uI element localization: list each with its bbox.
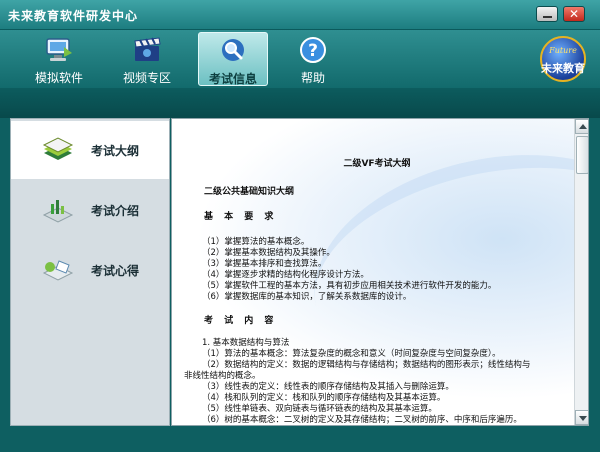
requirement-line: （2）掌握基本数据结构及其操作。 [202, 248, 335, 258]
content-line: 非线性结构的概念。 [184, 371, 261, 381]
document-viewer[interactable]: 二级VF考试大纲 二级公共基础知识大纲 基 本 要 求 （1）掌握算法的基本概念… [171, 118, 589, 426]
computer-icon [46, 38, 72, 61]
header-band [0, 88, 600, 118]
section-heading-content: 考 试 内 容 [204, 316, 278, 326]
title-bar: 未来教育软件研发中心 ✕ [0, 0, 600, 30]
sidebar-item-exam-tips[interactable]: 考试心得 [11, 241, 169, 299]
logo-text: 未来教育 [541, 62, 585, 75]
requirement-line: （1）掌握算法的基本概念。 [202, 237, 310, 247]
notes-icon [42, 260, 74, 281]
sidebar: 考试大纲 考试介绍 考试心得 [10, 118, 170, 426]
window-title: 未来教育软件研发中心 [8, 9, 139, 23]
requirement-line: （4）掌握逐步求精的结构化程序设计方法。 [202, 270, 369, 280]
document-title: 二级VF考试大纲 [343, 159, 411, 169]
tab-video-zone[interactable]: 视频专区 [112, 32, 182, 86]
sidebar-item-label: 考试大纲 [91, 144, 140, 158]
content-line: （2）数据结构的定义：数据的逻辑结构与存储结构；数据结构的图形表示；线性结构与 [202, 360, 531, 370]
minimize-button[interactable] [536, 6, 558, 22]
brand-logo: Future 未来教育 [536, 36, 590, 84]
svg-text:?: ? [308, 41, 318, 61]
scroll-up-button[interactable] [575, 119, 588, 134]
content-line: 1. 基本数据结构与算法 [202, 338, 290, 348]
content-line: （5）线性单链表、双向链表与循环链表的结构及其基本运算。 [202, 404, 437, 414]
tab-exam-info[interactable]: 考试信息 [198, 32, 268, 86]
section-heading-requirements: 基 本 要 求 [204, 212, 278, 222]
requirement-line: （5）掌握软件工程的基本方法，具有初步应用相关技术进行软件开发的能力。 [202, 281, 497, 291]
main-toolbar: 模拟软件 视频专区 考试信息 ? 帮助 [0, 30, 600, 88]
document-subtitle: 二级公共基础知识大纲 [204, 187, 295, 197]
scroll-thumb[interactable] [576, 136, 588, 174]
content-line: （6）树的基本概念：二叉树的定义及其存储结构；二叉树的前序、中序和后序遍历。 [202, 415, 522, 425]
sidebar-item-exam-outline[interactable]: 考试大纲 [11, 121, 169, 179]
help-icon: ? [300, 37, 326, 63]
tab-simulation-software[interactable]: 模拟软件 [24, 32, 94, 86]
vertical-scrollbar[interactable] [574, 119, 588, 425]
magnifier-icon [222, 39, 244, 61]
close-button[interactable]: ✕ [563, 6, 585, 22]
tab-label: 模拟软件 [34, 71, 83, 85]
tab-label: 帮助 [300, 71, 325, 85]
tab-help[interactable]: ? 帮助 [278, 32, 348, 86]
content-line: （4）栈和队列的定义：栈和队列的顺序存储结构及其基本运算。 [202, 393, 446, 403]
sidebar-item-exam-intro[interactable]: 考试介绍 [11, 181, 169, 239]
film-clapper-icon [134, 37, 161, 61]
content-line: （1）算法的基本概念：算法复杂度的概念和意义（时间复杂度与空间复杂度）。 [202, 349, 501, 359]
sidebar-item-label: 考试心得 [91, 264, 140, 278]
scroll-down-button[interactable] [575, 410, 588, 425]
content-line: （3）线性表的定义：线性表的顺序存储结构及其插入与删除运算。 [202, 382, 454, 392]
sidebar-item-label: 考试介绍 [91, 204, 140, 218]
requirement-line: （3）掌握基本排序和查找算法。 [202, 259, 327, 269]
logo-script-text: Future [549, 46, 577, 55]
chart-icon [42, 200, 74, 223]
tab-label: 视频专区 [122, 71, 171, 85]
window-footer [0, 426, 600, 452]
requirement-line: （6）掌握数据库的基本知识，了解关系数据库的设计。 [202, 292, 412, 302]
books-icon [42, 137, 74, 160]
tab-label: 考试信息 [208, 72, 257, 86]
